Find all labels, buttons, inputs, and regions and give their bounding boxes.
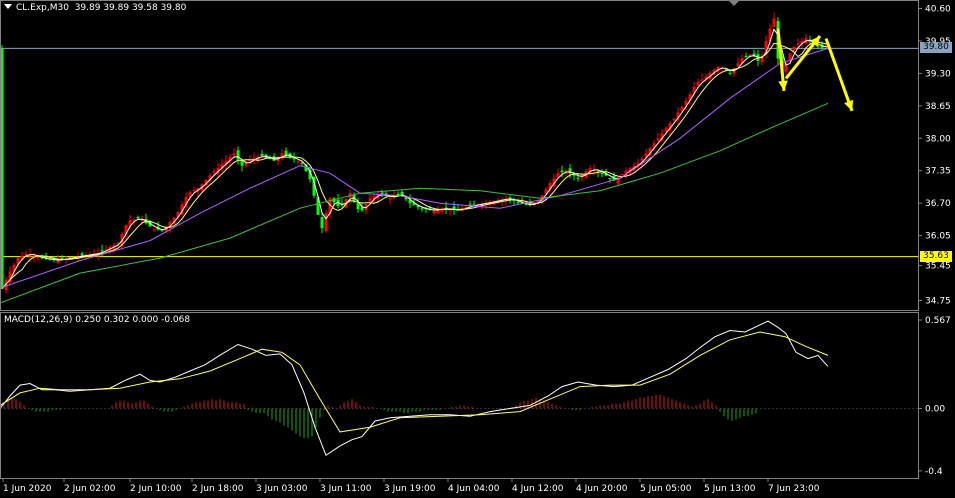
candle-body xyxy=(368,198,372,202)
xtick-label: 2 Jun 02:00 xyxy=(64,484,116,494)
axes: 40.6039.9539.3038.6538.0037.3536.7036.05… xyxy=(0,0,951,494)
xtick-label: 4 Jun 04:00 xyxy=(448,484,500,494)
candle-body xyxy=(696,82,700,86)
annotation-arrow-projection xyxy=(824,37,854,112)
candle-body xyxy=(700,79,704,81)
candle-body xyxy=(212,171,216,173)
price-ytick-label: 38.00 xyxy=(925,134,951,144)
candle-body xyxy=(80,253,84,256)
ma-fast-line xyxy=(1,28,831,289)
candle-body xyxy=(192,190,196,192)
support-price-label: 35.63 xyxy=(920,250,952,262)
candle-body xyxy=(556,173,560,178)
candle-body xyxy=(420,208,424,210)
annotation-arrow-projection-head xyxy=(844,99,854,111)
macd-signal-line xyxy=(0,331,829,433)
candle-body xyxy=(152,228,156,230)
xtick-label: 2 Jun 18:00 xyxy=(192,484,244,494)
candle-body xyxy=(620,174,624,176)
candle-body xyxy=(516,202,520,204)
candle-body xyxy=(388,198,392,200)
price-ytick-label: 36.70 xyxy=(925,199,951,209)
xtick-label: 7 Jun 23:00 xyxy=(768,484,820,494)
candle-body xyxy=(640,158,644,161)
candle-body xyxy=(432,210,436,214)
xtick-label: 3 Jun 03:00 xyxy=(256,484,308,494)
candle-body xyxy=(656,138,660,141)
xtick-label: 5 Jun 13:00 xyxy=(704,484,756,494)
chart-shift-icon xyxy=(728,0,740,6)
candle-body xyxy=(736,63,740,67)
candle-body xyxy=(324,213,328,231)
candle-body xyxy=(236,150,240,160)
candle-body xyxy=(356,203,360,210)
current-price-label: 39.80 xyxy=(920,42,952,54)
candle-body xyxy=(360,207,364,211)
price-ytick-label: 38.65 xyxy=(925,102,951,112)
chart-header: CL.Exp,M30 39.89 39.89 39.58 39.80 xyxy=(4,3,186,13)
candle-body xyxy=(560,170,564,172)
macd-pane-frame xyxy=(0,312,919,479)
macd-ytick-label: 0.567 xyxy=(925,316,951,326)
candle-body xyxy=(56,260,60,263)
candle-body xyxy=(600,173,604,175)
xtick-label: 5 Jun 05:00 xyxy=(640,484,692,494)
candle-body xyxy=(100,250,104,252)
candle-body xyxy=(284,150,288,156)
dropdown-triangle-icon[interactable] xyxy=(4,4,12,9)
candle-body xyxy=(396,194,400,196)
candle-body xyxy=(104,249,108,251)
xtick-label: 4 Jun 20:00 xyxy=(576,484,628,494)
price-ytick-label: 36.05 xyxy=(925,232,951,242)
xtick-label: 3 Jun 11:00 xyxy=(320,484,372,494)
xtick-label: 4 Jun 12:00 xyxy=(512,484,564,494)
xtick-label: 3 Jun 19:00 xyxy=(384,484,436,494)
symbol-label: CL.Exp,M30 xyxy=(16,3,69,13)
candle-body xyxy=(132,219,136,221)
candle-body xyxy=(608,177,612,179)
ma-slow1-line xyxy=(0,47,829,289)
macd-pane[interactable] xyxy=(0,320,918,457)
candle-body xyxy=(188,192,192,196)
candle-body xyxy=(796,43,800,45)
macd-ytick-label: -0.4 xyxy=(925,467,943,477)
price-pane[interactable] xyxy=(0,12,918,304)
candle-body xyxy=(672,118,676,121)
price-ytick-label: 35.45 xyxy=(925,262,951,272)
price-ytick-label: 40.60 xyxy=(925,4,951,14)
candle-body xyxy=(320,217,324,229)
candle-body xyxy=(296,161,300,163)
candle-body xyxy=(576,177,580,179)
ohlc-values: 39.89 39.89 39.58 39.80 xyxy=(74,3,187,13)
chart-area: 40.6039.9539.3038.6538.0037.3536.7036.05… xyxy=(0,0,951,494)
candle-body xyxy=(664,128,668,132)
price-ytick-label: 34.75 xyxy=(925,297,951,307)
candle-body xyxy=(36,257,40,259)
candle-body xyxy=(380,192,384,195)
candle-body xyxy=(728,72,732,74)
price-ytick-label: 39.30 xyxy=(925,69,951,79)
price-ytick-label: 37.35 xyxy=(925,167,951,177)
candle-body xyxy=(136,217,140,219)
xtick-label: 2 Jun 10:00 xyxy=(130,484,182,494)
candle-body xyxy=(772,18,776,28)
candle-body xyxy=(260,153,264,156)
candle-body xyxy=(232,153,236,156)
macd-main-line xyxy=(0,320,829,457)
macd-header: MACD(12,26,9) 0.250 0.302 0.000 -0.068 xyxy=(4,315,191,325)
xtick-label: 1 Jun 2020 xyxy=(3,484,52,494)
candle-body xyxy=(744,55,748,57)
macd-ytick-label: 0.00 xyxy=(925,404,945,414)
